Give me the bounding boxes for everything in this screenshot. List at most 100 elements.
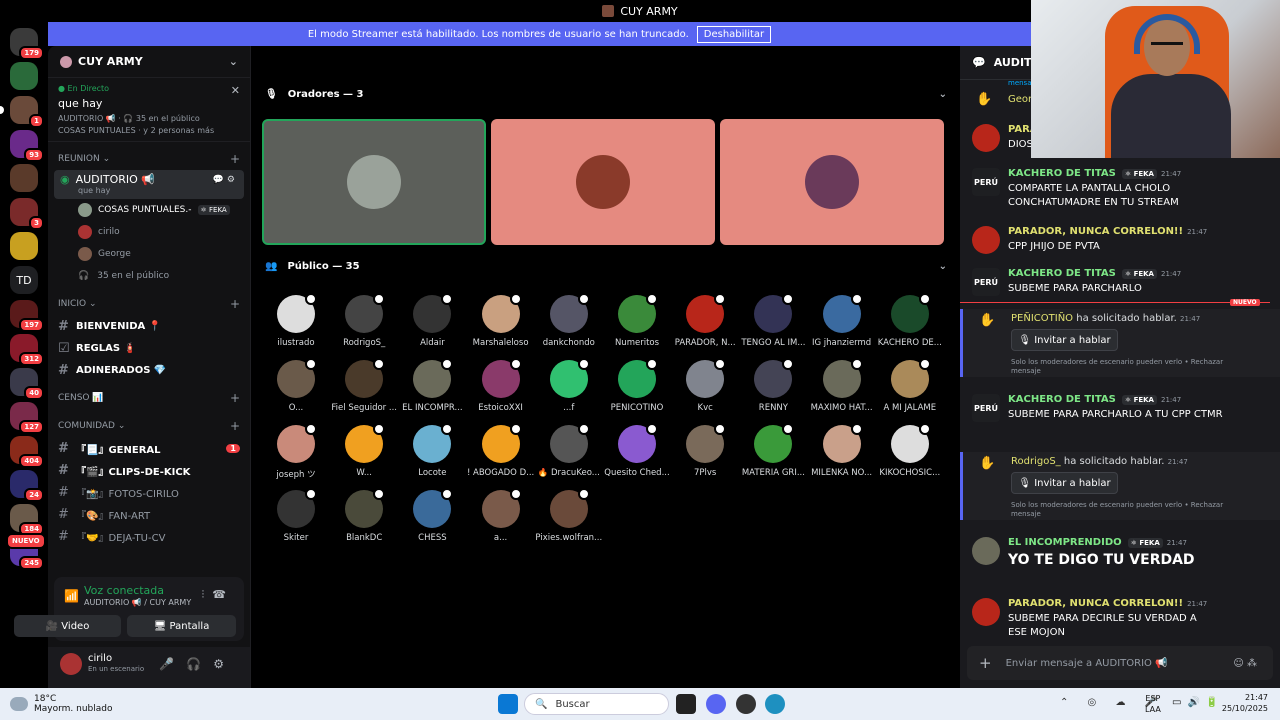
channel-item[interactable]: # 『📃』GENERAL 1: [48, 437, 250, 459]
audience-member[interactable]: Marshaleloso: [467, 293, 535, 355]
audience-member[interactable]: KIKOCHOSIC...: [876, 423, 944, 485]
audience-member[interactable]: RodrigoS_: [330, 293, 398, 355]
voice-location[interactable]: AUDITORIO 📢 / CUY ARMY: [84, 598, 191, 607]
audience-member[interactable]: Quesito Ched...: [603, 423, 671, 485]
audience-member[interactable]: MILENKA NO...: [808, 423, 876, 485]
audience-member[interactable]: EstoicoXXI: [467, 358, 535, 420]
emoji-icon[interactable]: ☺ ⁂: [1233, 658, 1257, 669]
voice-user[interactable]: cirilo: [48, 221, 250, 243]
screen-share-button[interactable]: 🖥 Pantalla: [127, 615, 236, 637]
audience-member[interactable]: Kvc: [671, 358, 739, 420]
channel-item[interactable]: # 『📸』FOTOS-CIRILO: [48, 481, 250, 503]
audience-member[interactable]: EL INCOMPR...: [398, 358, 466, 420]
channel-item[interactable]: # 『🤝』DEJA-TU-CV: [48, 525, 250, 547]
channel-item[interactable]: # ADINERADOS 💎: [48, 359, 250, 381]
audience-member[interactable]: A MI JALAME: [876, 358, 944, 420]
obs-icon[interactable]: [736, 694, 756, 714]
audience-member[interactable]: MATERIA GRI...: [739, 423, 807, 485]
audience-member[interactable]: KACHERO DE...: [876, 293, 944, 355]
server-header[interactable]: CUY ARMY ⌄: [48, 46, 250, 78]
avatar[interactable]: PERÚ: [972, 268, 1000, 296]
server-icon[interactable]: 184: [10, 504, 44, 536]
server-icon[interactable]: [10, 62, 38, 90]
audience-member[interactable]: Aldair: [398, 293, 466, 355]
add-channel-icon[interactable]: +: [230, 391, 240, 405]
category-comunidad[interactable]: COMUNIDAD ⌄ +: [48, 415, 250, 437]
voice-channel-auditorio[interactable]: ◉ AUDITORIO 📢 que hay 💬⚙: [54, 170, 244, 199]
channel-tools[interactable]: 💬⚙: [213, 175, 238, 185]
server-icon[interactable]: 127: [10, 402, 44, 434]
channel-item[interactable]: # 『🎬』CLIPS-DE-KICK: [48, 459, 250, 481]
avatar[interactable]: [60, 653, 82, 675]
message-author[interactable]: KACHERO DE TITAS ⚛ FEKA 21:47: [1008, 268, 1181, 279]
audience-member[interactable]: O...: [262, 358, 330, 420]
close-icon[interactable]: ✕: [231, 84, 240, 97]
voice-user[interactable]: George: [48, 243, 250, 265]
server-icon[interactable]: 3: [10, 198, 44, 230]
category-inicio[interactable]: INICIO ⌄ +: [48, 293, 250, 315]
invite-to-speak-button[interactable]: 🎙 Invitar a hablar: [1011, 329, 1118, 351]
message-author[interactable]: EL INCOMPRENDIDO ⚛ FEKA 21:47: [1008, 537, 1187, 548]
audience-member[interactable]: 🔥 DracuKeo...: [535, 423, 603, 485]
audience-member[interactable]: a...: [467, 488, 535, 550]
audience-member[interactable]: dankchondo: [535, 293, 603, 355]
audience-member[interactable]: ilustrado: [262, 293, 330, 355]
speakers-section-header[interactable]: 🎙 Oradores — 3 ⌄: [251, 84, 961, 104]
server-icon[interactable]: 24: [10, 470, 44, 502]
add-channel-icon[interactable]: +: [230, 297, 240, 311]
audience-member[interactable]: IG jhanziermd: [808, 293, 876, 355]
audience-member[interactable]: ...f: [535, 358, 603, 420]
audience-member[interactable]: 7Plvs: [671, 423, 739, 485]
start-icon[interactable]: [498, 694, 518, 714]
audience-member[interactable]: PARADOR, N...: [671, 293, 739, 355]
system-icons[interactable]: ▭🔊🔋: [1172, 697, 1224, 708]
message-author[interactable]: KACHERO DE TITAS ⚛ FEKA 21:47: [1008, 168, 1181, 179]
avatar[interactable]: [972, 226, 1000, 254]
message-author[interactable]: PARADOR, NUNCA CORRELON!! 21:47: [1008, 226, 1207, 237]
server-icon[interactable]: 404: [10, 436, 44, 468]
disable-button[interactable]: Deshabilitar: [696, 25, 772, 43]
category-reunion[interactable]: REUNION ⌄ +: [48, 148, 250, 170]
chevron-down-icon[interactable]: ⌄: [939, 89, 947, 100]
video-button[interactable]: 🎥 Video: [14, 615, 121, 637]
server-icon[interactable]: 179: [10, 28, 44, 60]
audience-member[interactable]: MAXIMO HAT...: [808, 358, 876, 420]
chevron-down-icon[interactable]: ⌄: [939, 261, 947, 272]
message-author[interactable]: PARADOR, NUNCA CORRELON!! 21:47: [1008, 598, 1207, 609]
user-controls[interactable]: 🎤🎧⚙: [159, 657, 236, 671]
avatar[interactable]: PERÚ: [972, 168, 1000, 196]
add-channel-icon[interactable]: +: [230, 152, 240, 166]
audience-member[interactable]: PEÑICOTIÑO: [603, 358, 671, 420]
server-icon[interactable]: 197: [10, 300, 44, 332]
speaker-tile[interactable]: [491, 119, 715, 245]
audience-member[interactable]: Skiter: [262, 488, 330, 550]
task-view-icon[interactable]: [676, 694, 696, 714]
avatar[interactable]: [972, 124, 1000, 152]
taskbar-search[interactable]: 🔍 Buscar: [524, 693, 669, 715]
edge-icon[interactable]: [765, 694, 785, 714]
audience-member[interactable]: RENNY: [739, 358, 807, 420]
message-input[interactable]: + Enviar mensaje a AUDITORIO 📢 ☺ ⁂: [967, 646, 1273, 680]
audience-member[interactable]: TENGO AL IM...: [739, 293, 807, 355]
server-icon[interactable]: [10, 232, 38, 260]
public-section-header[interactable]: 👥 Público — 35 ⌄: [251, 256, 961, 276]
audience-member[interactable]: Fiel Seguidor ...: [330, 358, 398, 420]
server-icon[interactable]: 312: [10, 334, 44, 366]
add-channel-icon[interactable]: +: [230, 419, 240, 433]
clock[interactable]: 21:47 25/10/2025: [1222, 692, 1268, 714]
channel-item[interactable]: # BIENVENIDA 📍: [48, 315, 250, 337]
audience-member[interactable]: joseph ツ: [262, 423, 330, 485]
speaker-tile[interactable]: [720, 119, 944, 245]
audience-member[interactable]: Numeritos: [603, 293, 671, 355]
audience-member[interactable]: BlankDC: [330, 488, 398, 550]
audience-member[interactable]: CHESS: [398, 488, 466, 550]
audience-member[interactable]: Locote: [398, 423, 466, 485]
discord-icon[interactable]: [706, 694, 726, 714]
message-author[interactable]: KACHERO DE TITAS ⚛ FEKA 21:47: [1008, 394, 1181, 405]
live-stage-card[interactable]: ● En Directo ✕ que hay AUDITORIO 📢 · 🎧 35…: [48, 78, 250, 142]
channel-item[interactable]: # 『🎨』FAN-ART: [48, 503, 250, 525]
new-server-badge[interactable]: NUEVO: [6, 533, 46, 549]
avatar[interactable]: [972, 537, 1000, 565]
weather-widget[interactable]: 18°C Mayorm. nublado: [10, 694, 113, 714]
audience-count[interactable]: 🎧 35 en el público: [48, 265, 250, 287]
